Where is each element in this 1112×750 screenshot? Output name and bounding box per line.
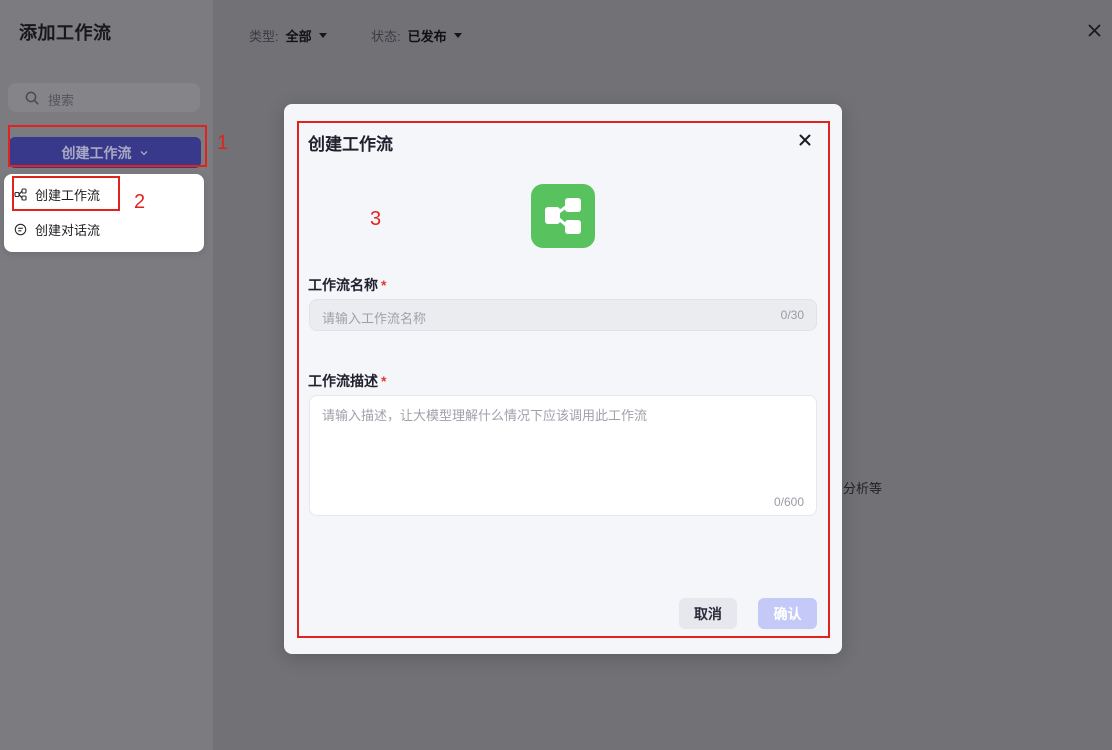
- workflow-description-textarea[interactable]: 请输入描述，让大模型理解什么情况下应该调用此工作流 0/600: [309, 395, 817, 516]
- confirm-button[interactable]: 确认: [758, 598, 817, 629]
- annotation-label-2: 2: [134, 191, 146, 213]
- description-label-text: 工作流描述: [308, 373, 378, 389]
- close-icon[interactable]: [799, 134, 811, 146]
- filter-label: 状态:: [371, 28, 401, 44]
- required-mark: *: [381, 277, 387, 293]
- name-field-label: 工作流名称 *: [308, 275, 386, 295]
- background-card-text: 分析等: [843, 481, 883, 496]
- name-placeholder: 请输入工作流名称: [322, 311, 427, 326]
- filter-value: 全部: [285, 28, 312, 44]
- description-field-label: 工作流描述 *: [308, 371, 386, 391]
- description-char-counter: 0/600: [773, 495, 804, 509]
- cancel-button[interactable]: 取消: [679, 598, 737, 629]
- filter-status[interactable]: 状态: 已发布: [371, 26, 462, 44]
- caret-down-icon: [453, 32, 462, 38]
- dialog-title: 创建工作流: [308, 135, 393, 154]
- name-char-counter: 0/30: [780, 308, 804, 322]
- chat-flow-icon: [14, 223, 27, 235]
- close-icon[interactable]: [1088, 24, 1101, 37]
- panel-title: 添加工作流: [19, 23, 112, 43]
- search-placeholder: 搜索: [48, 93, 75, 108]
- annotation-box-1: [8, 125, 207, 167]
- workflow-name-input[interactable]: 请输入工作流名称 0/30: [309, 299, 817, 331]
- name-label-text: 工作流名称: [308, 277, 378, 293]
- filter-value: 已发布: [407, 28, 447, 44]
- search-input[interactable]: 搜索: [8, 83, 200, 112]
- annotation-label-3: 3: [370, 208, 382, 230]
- filter-type[interactable]: 类型: 全部: [249, 26, 327, 44]
- menu-item-label: 创建对话流: [35, 222, 101, 238]
- caret-down-icon: [318, 32, 327, 38]
- required-mark: *: [381, 373, 387, 389]
- filter-label: 类型:: [249, 28, 279, 44]
- search-icon: [25, 91, 39, 105]
- annotation-box-2: [12, 176, 120, 211]
- workflow-icon: [531, 184, 595, 248]
- workflow-panel: [0, 0, 213, 750]
- description-placeholder: 请输入描述，让大模型理解什么情况下应该调用此工作流: [322, 408, 648, 423]
- annotation-label-1: 1: [217, 132, 229, 154]
- create-workflow-dialog: 3 创建工作流 工作流名称 * 请输入工作流名称 0/30 工作流描述 * 请输入描…: [284, 104, 842, 654]
- menu-item-create-chatflow[interactable]: 创建对话流: [4, 212, 204, 246]
